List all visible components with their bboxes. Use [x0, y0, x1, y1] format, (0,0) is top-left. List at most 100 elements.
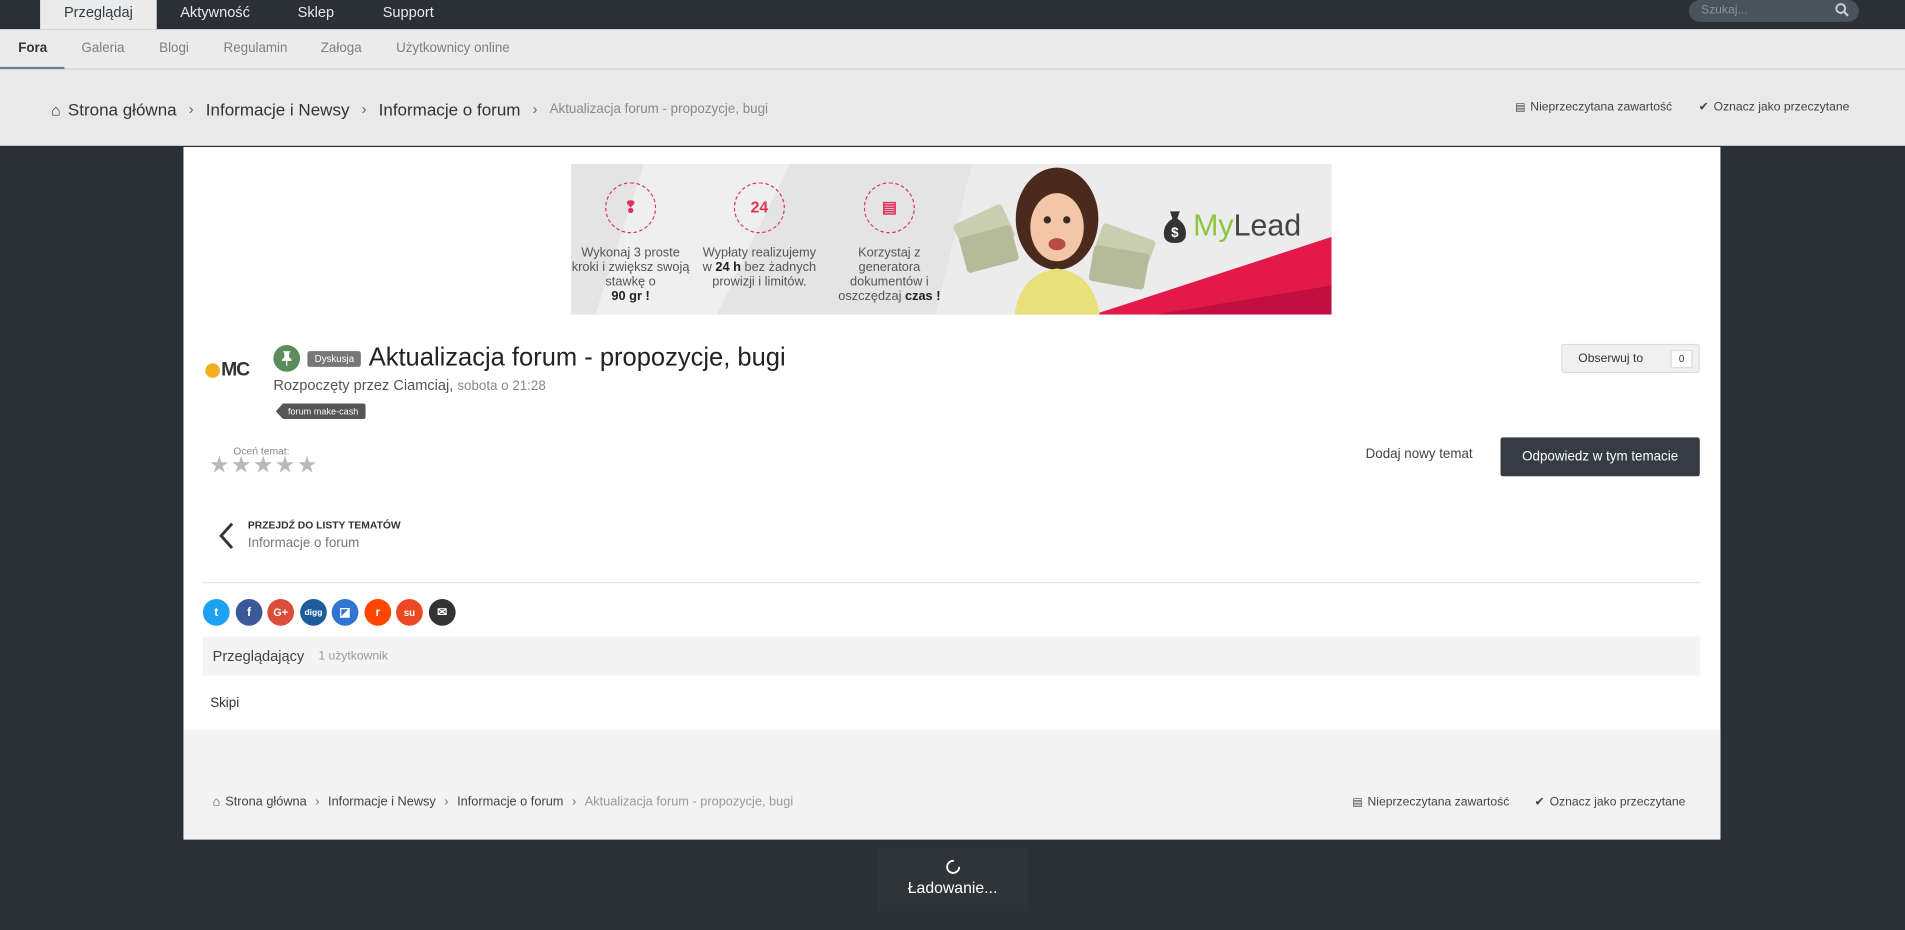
delicious-share-icon[interactable]: ◪ [331, 598, 359, 626]
reply-button[interactable]: Odpowiedz w tym temacie [1500, 437, 1700, 477]
check-icon: ✔ [1698, 100, 1709, 115]
forum-logo: MC [205, 356, 258, 385]
reddit-share-icon[interactable]: r [364, 598, 392, 626]
banner-col1-text: Wykonaj 3 proste kroki i zwiększ swoją s… [571, 245, 690, 290]
pin-icon [273, 345, 301, 372]
coin-icon [205, 363, 220, 378]
mylead-banner[interactable]: ❢ Wykonaj 3 proste kroki i zwiększ swoją… [571, 164, 1332, 315]
breadcrumb-informacje-newsy[interactable]: Informacje i Newsy [206, 100, 350, 119]
new-topic-button[interactable]: Dodaj nowy temat [1366, 447, 1473, 462]
subnav-galeria[interactable]: Galeria [81, 41, 124, 56]
banner-col-payouts: 24 Wypłaty realizujemy w 24 h bez żadnyc… [699, 182, 821, 289]
page-title: Aktualizacja forum - propozycje, bugi [368, 343, 786, 372]
divider [202, 581, 1700, 584]
unread-content-label: Nieprzeczytana zawartość [1530, 100, 1673, 115]
footer-breadcrumb-home[interactable]: Strona główna [225, 795, 307, 810]
author-link[interactable]: Ciamciaj [393, 377, 449, 394]
chevron-right-icon: › [532, 100, 538, 118]
footsteps-icon: ❢ [605, 182, 657, 234]
tab-support[interactable]: Support [361, 0, 456, 29]
footer-breadcrumb-informacje-forum[interactable]: Informacje o forum [457, 795, 563, 810]
star-icon[interactable]: ★ [253, 454, 274, 477]
footer-breadcrumb-current: Aktualizacja forum - propozycje, bugi [584, 794, 794, 810]
page: Przeglądaj Aktywność Sklep Support Szuka… [0, 0, 1905, 930]
document-icon: ▤ [863, 182, 915, 234]
tab-aktywnosc[interactable]: Aktywność [158, 0, 272, 29]
topic-date: sobota o 21:28 [457, 379, 546, 394]
breadcrumb-current: Aktualizacja forum - propozycje, bugi [549, 102, 769, 117]
chevron-right-icon: › [315, 794, 320, 810]
viewers-header: Przeglądający 1 użytkownik [202, 636, 1700, 676]
search-box[interactable]: Szukaj... [1688, 0, 1859, 22]
follow-label: Obserwuj to [1578, 352, 1644, 366]
top-navigation: Przeglądaj Aktywność Sklep Support Szuka… [0, 0, 1905, 30]
star-icon[interactable]: ★ [275, 454, 296, 477]
search-icon[interactable] [1835, 2, 1850, 17]
mylead-logo: $ My Lead [1163, 208, 1301, 244]
footer-breadcrumb-informacje-newsy[interactable]: Informacje i Newsy [328, 795, 436, 810]
viewer-user[interactable]: Skipi [210, 696, 239, 711]
chevron-right-icon: › [188, 100, 194, 118]
star-icon[interactable]: ★ [231, 454, 252, 477]
breadcrumb: ⌂ Strona główna › Informacje i Newsy › I… [51, 100, 768, 119]
rating-stars[interactable]: ★ ★ ★ ★ ★ [209, 454, 317, 477]
home-icon: ⌂ [212, 794, 221, 810]
banner-col-generator: ▤ Korzystaj z generatora dokumentów i os… [829, 182, 951, 304]
stumbleupon-share-icon[interactable]: su [396, 598, 423, 626]
24h-icon: 24 [733, 182, 785, 234]
banner-col3-bold: czas ! [904, 289, 941, 304]
mark-read-link[interactable]: ✔ Oznacz jako przeczytane [1699, 101, 1850, 114]
check-icon: ✔ [1534, 795, 1545, 810]
back-to-list-sub: Informacje o forum [247, 535, 360, 551]
topic-meta: Rozpoczęty przez Ciamciaj, sobota o 21:2… [273, 376, 546, 394]
footer-mark-read-label: Oznacz jako przeczytane [1549, 795, 1686, 810]
subnav-regulamin[interactable]: Regulamin [224, 41, 288, 56]
loading-toast: Ładowanie... [877, 848, 1028, 912]
chevron-right-icon: › [361, 100, 367, 118]
spinner-icon [946, 859, 961, 874]
mylead-brand-suffix: Lead [1233, 208, 1302, 243]
subnav-zaloga[interactable]: Załoga [321, 41, 362, 56]
digg-share-icon[interactable]: digg [300, 598, 327, 626]
footer-mark-read-link[interactable]: ✔ Oznacz jako przeczytane [1535, 796, 1686, 809]
breadcrumb-informacje-forum[interactable]: Informacje o forum [379, 100, 521, 119]
chevron-right-icon: › [444, 794, 449, 810]
facebook-share-icon[interactable]: f [235, 598, 263, 626]
follow-count: 0 [1670, 349, 1693, 369]
viewers-count: 1 użytkownik [318, 650, 388, 664]
viewers-title: Przeglądający [212, 647, 305, 665]
follow-button[interactable]: Obserwuj to 0 [1561, 343, 1700, 374]
home-icon: ⌂ [51, 100, 61, 119]
chevron-right-icon: › [571, 794, 577, 810]
subnav-uzytkownicy-online[interactable]: Użytkownicy online [396, 41, 510, 56]
back-to-list-link[interactable]: PRZEJDŹ DO LISTY TEMATÓW [248, 519, 401, 531]
tab-przegladaj[interactable]: Przeglądaj [40, 0, 157, 30]
googleplus-share-icon[interactable]: G+ [267, 598, 295, 626]
svg-text:$: $ [1171, 225, 1179, 240]
subnav-blogi[interactable]: Blogi [159, 41, 189, 56]
newspaper-icon: ▤ [1515, 100, 1526, 113]
search-input[interactable]: Szukaj... [1701, 4, 1748, 17]
banner-col2-bold: 24 h [715, 260, 741, 275]
topic-title-row: Dyskusja Aktualizacja forum - propozycje… [273, 343, 786, 373]
email-share-icon[interactable]: ✉ [428, 598, 456, 626]
footer-breadcrumb: ⌂ Strona główna › Informacje i Newsy › I… [213, 795, 794, 810]
tag-forum-make-cash[interactable]: forum make-cash [275, 403, 366, 420]
chevron-left-icon[interactable] [217, 521, 234, 550]
subnav-fora[interactable]: Fora [18, 41, 47, 56]
twitter-share-icon[interactable]: t [202, 598, 230, 626]
tab-sklep[interactable]: Sklep [276, 0, 356, 29]
star-icon[interactable]: ★ [209, 454, 230, 477]
money-bag-icon: $ [1163, 211, 1186, 243]
sub-navigation: Fora Galeria Blogi Regulamin Załoga Użyt… [0, 29, 1905, 70]
status-badge: Dyskusja [307, 350, 362, 367]
star-icon[interactable]: ★ [297, 454, 318, 477]
started-by-label: Rozpoczęty przez [273, 376, 390, 394]
unread-content-link[interactable]: ▤ Nieprzeczytana zawartość [1515, 101, 1672, 114]
breadcrumb-home[interactable]: Strona główna [68, 100, 177, 119]
banner-col-steps: ❢ Wykonaj 3 proste kroki i zwiększ swoją… [571, 182, 691, 304]
footer-area [183, 730, 1721, 840]
newspaper-icon: ▤ [1352, 795, 1363, 808]
mylead-brand-prefix: My [1193, 208, 1234, 243]
footer-unread-content-link[interactable]: ▤ Nieprzeczytana zawartość [1352, 796, 1509, 809]
